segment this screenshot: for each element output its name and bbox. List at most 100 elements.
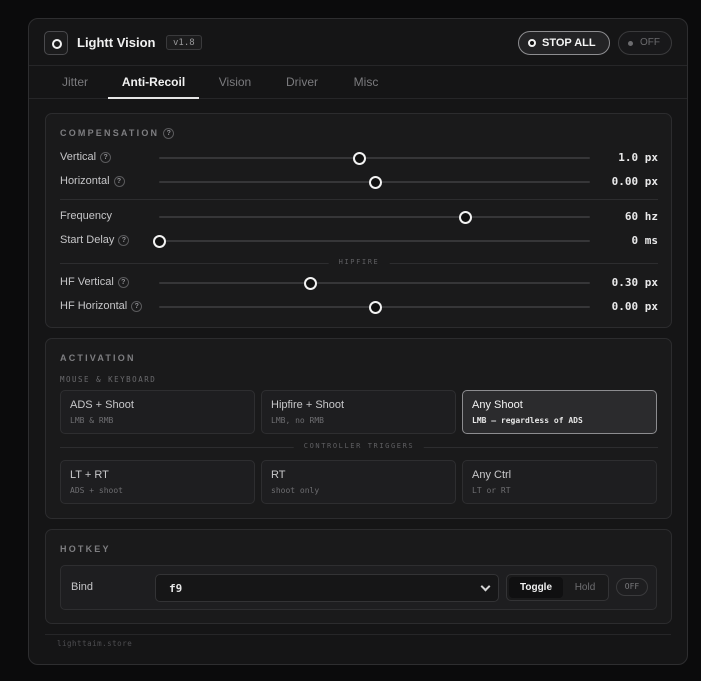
slider-label-hf-vertical: HF Vertical? xyxy=(60,276,129,288)
activation-title: ACTIVATION xyxy=(60,353,136,363)
option-subtitle: LMB — regardless of ADS xyxy=(472,416,583,425)
controller-divider-label: CONTROLLER TRIGGERS xyxy=(293,442,425,450)
option-subtitle: shoot only xyxy=(271,486,320,495)
option-title: Any Shoot xyxy=(472,399,523,411)
stop-all-label: STOP ALL xyxy=(542,37,596,49)
compensation-panel: COMPENSATION? Vertical? 1.0 px Horizonta… xyxy=(45,113,672,328)
hipfire-divider: HIPFIRE xyxy=(60,258,658,266)
slider-label-text: Vertical xyxy=(60,151,97,163)
stop-all-button[interactable]: STOP ALL xyxy=(518,31,610,55)
logo-ring-icon xyxy=(44,31,68,55)
slider-label-frequency: Frequency xyxy=(60,210,112,222)
tab-bar: Jitter Anti-Recoil Vision Driver Misc xyxy=(29,67,687,99)
slider-track-frequency[interactable] xyxy=(159,211,590,224)
stop-circle-icon xyxy=(528,39,536,47)
option-title: RT xyxy=(271,469,286,481)
mode-toggle-option[interactable]: Toggle xyxy=(509,577,563,598)
slider-label-horizontal: Horizontal? xyxy=(60,175,125,187)
section-divider xyxy=(60,199,658,200)
hotkey-bind-row: Bind f9 Toggle Hold OFF xyxy=(60,565,657,610)
option-title: Hipfire + Shoot xyxy=(271,399,345,411)
activation-option-ads-shoot[interactable]: ADS + Shoot LMB & RMB xyxy=(60,390,255,434)
slider-row-frequency: Frequency 60 hz xyxy=(46,208,671,226)
slider-track-vertical[interactable] xyxy=(159,152,590,165)
master-off-label: OFF xyxy=(640,37,660,48)
slider-thumb[interactable] xyxy=(353,152,367,165)
slider-track-hf-vertical[interactable] xyxy=(159,277,590,290)
slider-row-vertical: Vertical? 1.0 px xyxy=(46,149,671,167)
slider-row-hf-horizontal: HF Horizontal? 0.00 px xyxy=(46,298,671,316)
tab-misc[interactable]: Misc xyxy=(341,67,391,99)
help-icon[interactable]: ? xyxy=(163,128,175,139)
bind-key-select[interactable]: f9 xyxy=(155,574,499,602)
activation-option-rt[interactable]: RT shoot only xyxy=(261,460,456,504)
slider-track-start-delay[interactable] xyxy=(153,235,590,248)
option-subtitle: LMB, no RMB xyxy=(271,416,324,425)
controller-divider: CONTROLLER TRIGGERS xyxy=(60,442,658,450)
slider-value-frequency: 60 hz xyxy=(624,210,658,223)
slider-value-hf-vertical: 0.30 px xyxy=(611,276,658,289)
option-title: Any Ctrl xyxy=(472,469,512,481)
activation-option-hipfire-shoot[interactable]: Hipfire + Shoot LMB, no RMB xyxy=(261,390,456,434)
option-title: ADS + Shoot xyxy=(70,399,134,411)
activation-option-lt-rt[interactable]: LT + RT ADS + shoot xyxy=(60,460,255,504)
option-subtitle: LT or RT xyxy=(472,486,511,495)
hotkey-title: HOTKEY xyxy=(60,544,111,554)
slider-track-horizontal[interactable] xyxy=(159,176,590,189)
slider-label-text: Start Delay xyxy=(60,234,115,246)
slider-row-hf-vertical: HF Vertical? 0.30 px xyxy=(46,274,671,292)
help-icon[interactable]: ? xyxy=(118,235,130,246)
activation-option-any-ctrl[interactable]: Any Ctrl LT or RT xyxy=(462,460,657,504)
tab-jitter[interactable]: Jitter xyxy=(45,67,105,99)
slider-label-text: Horizontal xyxy=(60,175,110,187)
tab-driver[interactable]: Driver xyxy=(274,67,330,99)
help-icon[interactable]: ? xyxy=(117,277,129,288)
hotkey-panel: HOTKEY Bind f9 Toggle Hold OFF xyxy=(45,529,672,624)
slider-thumb[interactable] xyxy=(153,235,166,248)
slider-thumb[interactable] xyxy=(368,301,382,314)
mouse-keyboard-subtitle: MOUSE & KEYBOARD xyxy=(60,375,157,384)
hotkey-mode-toggle: Toggle Hold xyxy=(506,574,609,601)
version-badge: v1.8 xyxy=(166,35,202,50)
slider-row-horizontal: Horizontal? 0.00 px xyxy=(46,173,671,191)
compensation-title: COMPENSATION? xyxy=(60,128,175,139)
option-subtitle: LMB & RMB xyxy=(70,416,114,425)
help-icon[interactable]: ? xyxy=(131,301,143,312)
slider-row-start-delay: Start Delay? 0 ms xyxy=(46,232,671,250)
help-icon[interactable]: ? xyxy=(100,152,112,163)
slider-label-vertical: Vertical? xyxy=(60,151,112,163)
slider-thumb[interactable] xyxy=(459,211,472,224)
slider-label-start-delay: Start Delay? xyxy=(60,234,130,246)
slider-thumb[interactable] xyxy=(303,277,317,290)
option-title: LT + RT xyxy=(70,469,109,481)
slider-value-vertical: 1.0 px xyxy=(618,151,658,164)
slider-label-hf-horizontal: HF Horizontal? xyxy=(60,300,143,312)
footer-divider xyxy=(45,634,671,635)
chevron-down-icon xyxy=(480,581,491,592)
help-icon[interactable]: ? xyxy=(113,176,125,187)
slider-track-hf-horizontal[interactable] xyxy=(159,301,590,314)
app-window: Lightt Vision v1.8 STOP ALL OFF Jitter A… xyxy=(28,18,688,665)
option-subtitle: ADS + shoot xyxy=(70,486,123,495)
tab-vision[interactable]: Vision xyxy=(207,67,263,99)
activation-panel: ACTIVATION MOUSE & KEYBOARD ADS + Shoot … xyxy=(45,338,672,519)
slider-value-start-delay: 0 ms xyxy=(631,234,659,247)
footer-site: lighttaim.store xyxy=(57,639,133,648)
slider-label-text: HF Vertical xyxy=(60,276,114,288)
slider-thumb[interactable] xyxy=(368,176,382,189)
compensation-title-text: COMPENSATION xyxy=(60,128,160,138)
master-off-toggle[interactable]: OFF xyxy=(618,31,672,55)
hotkey-off-toggle[interactable]: OFF xyxy=(616,578,648,596)
activation-option-any-shoot[interactable]: Any Shoot LMB — regardless of ADS xyxy=(462,390,657,434)
app-title: Lightt Vision xyxy=(77,35,156,50)
slider-label-text: HF Horizontal xyxy=(60,300,128,312)
bind-label: Bind xyxy=(71,581,94,593)
slider-value-hf-horizontal: 0.00 px xyxy=(611,300,658,313)
slider-value-horizontal: 0.00 px xyxy=(611,175,658,188)
mode-hold-option[interactable]: Hold xyxy=(563,577,607,598)
bind-key-value: f9 xyxy=(169,582,183,595)
hipfire-divider-label: HIPFIRE xyxy=(328,258,390,266)
title-bar: Lightt Vision v1.8 STOP ALL OFF xyxy=(29,19,687,66)
status-dot-icon xyxy=(628,41,633,46)
tab-anti-recoil[interactable]: Anti-Recoil xyxy=(108,67,199,99)
